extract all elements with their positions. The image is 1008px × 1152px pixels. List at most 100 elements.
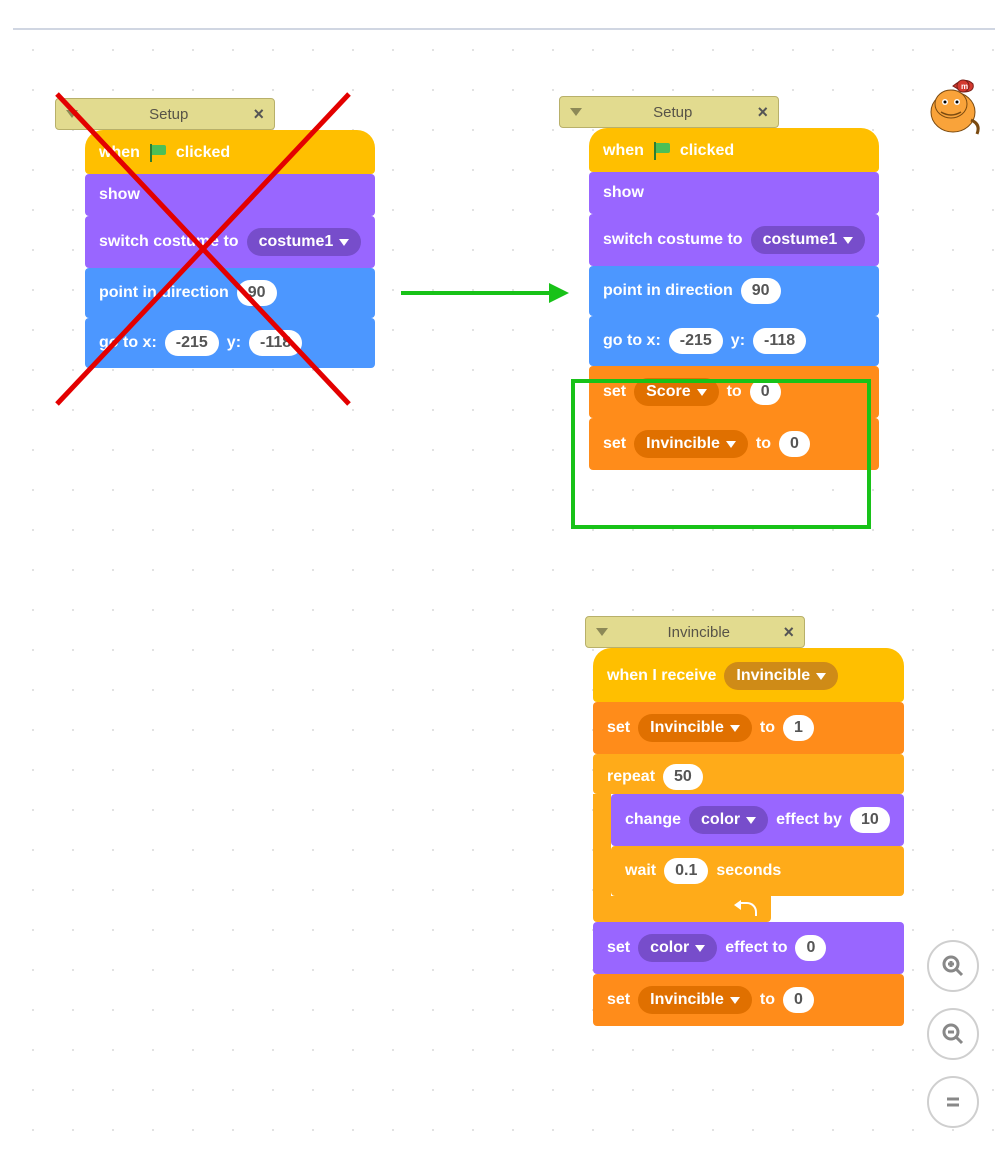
set-color-effect-block[interactable]: set color effect to 0 [593, 922, 904, 974]
set-invincible-1-block[interactable]: set Invincible to 1 [593, 702, 904, 754]
chevron-down-icon [596, 628, 608, 636]
direction-input[interactable]: 90 [741, 278, 781, 304]
wait-input[interactable]: 0.1 [664, 858, 708, 884]
value-input[interactable]: 10 [850, 807, 890, 833]
highlight-box [571, 379, 871, 529]
y-input[interactable]: -118 [753, 328, 806, 354]
zoom-out-button[interactable] [927, 1008, 979, 1060]
comment-invincible[interactable]: Invincible × [585, 616, 805, 648]
equals-icon [941, 1090, 965, 1114]
label: to [760, 719, 775, 737]
green-flag-icon [652, 142, 672, 160]
show-block[interactable]: show [589, 172, 879, 214]
close-icon[interactable]: × [253, 105, 264, 123]
zoom-reset-button[interactable] [927, 1076, 979, 1128]
wait-block[interactable]: wait 0.1 seconds [611, 846, 904, 896]
chevron-down-icon [746, 817, 756, 824]
value-input[interactable]: 0 [783, 987, 814, 1013]
dropdown-label: costume1 [763, 231, 838, 249]
variable-dropdown[interactable]: Invincible [638, 714, 752, 742]
costume-dropdown[interactable]: costume1 [247, 228, 362, 256]
label: y: [227, 334, 241, 352]
label: effect by [776, 811, 842, 829]
label: go to x: [603, 332, 661, 350]
script-setup-left[interactable]: when clicked show switch costume to cost… [85, 130, 375, 368]
zoom-in-button[interactable] [927, 940, 979, 992]
sprite-thumbnail[interactable]: m [923, 70, 987, 140]
script-invincible[interactable]: when I receive Invincible set Invincible… [593, 648, 904, 1026]
label: seconds [716, 862, 781, 880]
variable-dropdown[interactable]: Invincible [638, 986, 752, 1014]
point-in-direction-block[interactable]: point in direction 90 [85, 268, 375, 318]
chevron-down-icon [339, 239, 349, 246]
message-dropdown[interactable]: Invincible [724, 662, 838, 690]
label: when I receive [607, 667, 716, 685]
chevron-down-icon [843, 237, 853, 244]
chevron-down-icon [66, 110, 78, 118]
x-input[interactable]: -215 [165, 330, 219, 356]
effect-dropdown[interactable]: color [638, 934, 717, 962]
label: set [607, 939, 630, 957]
label: effect to [725, 939, 787, 957]
label: when [603, 142, 644, 160]
comment-setup-right[interactable]: Setup × [559, 96, 779, 128]
dropdown-label: Invincible [736, 667, 810, 685]
label: change [625, 811, 681, 829]
scratch-script-canvas[interactable]: Setup × when clicked show switch costume… [13, 28, 995, 1148]
when-flag-clicked-block[interactable]: when clicked [85, 130, 375, 174]
repeat-block[interactable]: repeat 50 change color effect by 10 [593, 754, 904, 922]
label: show [603, 184, 644, 202]
y-input[interactable]: -118 [249, 330, 302, 356]
chevron-down-icon [816, 673, 826, 680]
repeat-input[interactable]: 50 [663, 764, 703, 790]
zoom-in-icon [941, 954, 965, 978]
close-icon[interactable]: × [783, 623, 794, 641]
value-input[interactable]: 0 [795, 935, 826, 961]
comment-title: Setup [84, 106, 253, 123]
direction-input[interactable]: 90 [237, 280, 277, 306]
label: wait [625, 862, 656, 880]
when-flag-clicked-block[interactable]: when clicked [589, 128, 879, 172]
goto-xy-block[interactable]: go to x: -215 y: -118 [85, 318, 375, 368]
label: clicked [680, 142, 734, 160]
chevron-down-icon [730, 725, 740, 732]
label: when [99, 144, 140, 162]
close-icon[interactable]: × [757, 103, 768, 121]
comment-title: Invincible [614, 624, 783, 641]
label: y: [731, 332, 745, 350]
when-i-receive-block[interactable]: when I receive Invincible [593, 648, 904, 702]
show-block[interactable]: show [85, 174, 375, 216]
label: point in direction [99, 284, 229, 302]
label: switch costume to [603, 231, 743, 249]
chevron-down-icon [695, 945, 705, 952]
switch-costume-block[interactable]: switch costume to costume1 [589, 214, 879, 266]
label: clicked [176, 144, 230, 162]
label: point in direction [603, 282, 733, 300]
point-in-direction-block[interactable]: point in direction 90 [589, 266, 879, 316]
label: to [760, 991, 775, 1009]
effect-dropdown[interactable]: color [689, 806, 768, 834]
loop-arrow-icon [739, 902, 757, 916]
label: set [607, 991, 630, 1009]
comment-setup-left[interactable]: Setup × [55, 98, 275, 130]
x-input[interactable]: -215 [669, 328, 723, 354]
svg-text:m: m [961, 82, 968, 91]
comment-title: Setup [588, 104, 757, 121]
value-input[interactable]: 1 [783, 715, 814, 741]
switch-costume-block[interactable]: switch costume to costume1 [85, 216, 375, 268]
arrow-right-icon [401, 280, 571, 306]
dropdown-label: color [650, 939, 689, 957]
dropdown-label: costume1 [259, 233, 334, 251]
label: show [99, 186, 140, 204]
costume-dropdown[interactable]: costume1 [751, 226, 866, 254]
dropdown-label: color [701, 811, 740, 829]
zoom-out-icon [941, 1022, 965, 1046]
zoom-controls [927, 940, 979, 1128]
change-color-effect-block[interactable]: change color effect by 10 [611, 794, 904, 846]
chevron-down-icon [730, 997, 740, 1004]
chevron-down-icon [570, 108, 582, 116]
goto-xy-block[interactable]: go to x: -215 y: -118 [589, 316, 879, 366]
label: go to x: [99, 334, 157, 352]
set-invincible-0-block[interactable]: set Invincible to 0 [593, 974, 904, 1026]
green-flag-icon [148, 144, 168, 162]
